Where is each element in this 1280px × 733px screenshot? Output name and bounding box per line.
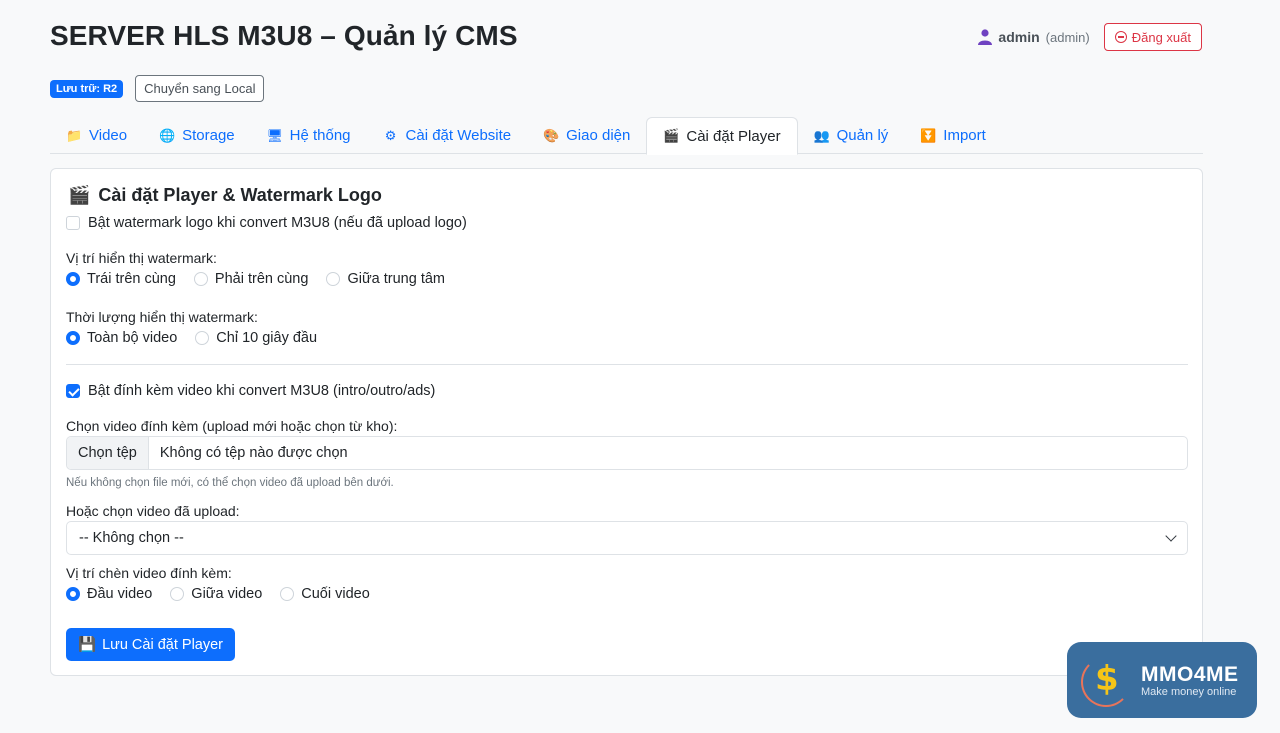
radio-top-left[interactable] (66, 272, 80, 286)
clapper-icon: 🎬 (68, 185, 91, 205)
option-label: Trái trên cùng (87, 271, 176, 287)
dollar-logo-icon: $ (1073, 645, 1143, 715)
position-top-left[interactable]: Trái trên cùng (66, 271, 176, 287)
logout-label: Đăng xuất (1131, 29, 1191, 45)
duration-options: Toàn bộ video Chỉ 10 giây đầu (66, 330, 335, 346)
folder-icon: 📁 (66, 127, 83, 143)
tab-label: Cài đặt Player (686, 127, 781, 145)
insert-middle[interactable]: Giữa video (170, 586, 262, 602)
player-settings-card: 🎬 Cài đặt Player & Watermark Logo Bật wa… (50, 168, 1203, 676)
position-label: Vị trí hiển thị watermark: (66, 250, 217, 266)
card-title-text: Cài đặt Player & Watermark Logo (98, 185, 382, 205)
page-title: SERVER HLS M3U8 – Quản lý CMS (50, 20, 518, 51)
tab-bar: 📁 Video 🌐 Storage 🖥 Hệ thống ⚙ Cài đặt Websi… (50, 117, 1203, 155)
storage-row: Lưu trữ: R2 Chuyển sang Local (50, 75, 265, 102)
globe-icon: 🌐 (159, 127, 176, 143)
logo-sub-text: Make money online (1141, 685, 1237, 698)
duration-full[interactable]: Toàn bộ video (66, 330, 177, 346)
option-label: Chỉ 10 giây đầu (216, 330, 318, 346)
file-help-text: Nếu không chọn file mới, có thể chọn vid… (66, 477, 394, 489)
radio-full-video[interactable] (66, 331, 80, 345)
tab-import[interactable]: ⏬ Import (904, 117, 1002, 154)
radio-first-10s[interactable] (195, 331, 210, 345)
monitor-icon: 🖥 (266, 127, 284, 143)
tab-label: Hệ thống (289, 127, 351, 144)
tab-label: Storage (182, 127, 235, 144)
watermark-enable-label: Bật watermark logo khi convert M3U8 (nếu… (88, 215, 467, 231)
user-info: admin (admin) (978, 29, 1090, 45)
radio-middle[interactable] (170, 587, 185, 601)
watermark-enable-checkbox[interactable] (66, 216, 80, 230)
attach-enable-checkbox[interactable] (66, 384, 80, 398)
tab-management[interactable]: 👥 Quản lý (798, 117, 905, 154)
radio-top-right[interactable] (193, 272, 208, 286)
file-input[interactable]: Chọn tệp Không có tệp nào được chọn (66, 436, 1188, 470)
position-options: Trái trên cùng Phải trên cùng Giữa trung… (66, 271, 463, 287)
clapper-icon: 🎬 (663, 128, 680, 143)
choose-video-label: Chọn video đính kèm (upload mới hoặc chọ… (66, 418, 398, 434)
tab-label: Cài đặt Website (405, 127, 512, 144)
user-name: admin (998, 29, 1040, 45)
option-label: Giữa trung tâm (347, 271, 445, 287)
option-label: Toàn bộ video (87, 330, 178, 346)
tab-system[interactable]: 🖥 Hệ thống (251, 117, 367, 154)
insert-options: Đầu video Giữa video Cuối video (66, 586, 388, 602)
user-icon (978, 29, 993, 45)
radio-center[interactable] (326, 272, 341, 286)
attach-enable-row[interactable]: Bật đính kèm video khi convert M3U8 (int… (66, 383, 435, 399)
radio-end[interactable] (280, 587, 295, 601)
divider (66, 364, 1188, 365)
uploaded-video-label: Hoặc chọn video đã upload: (66, 503, 240, 519)
save-player-settings-button[interactable]: 💾 Lưu Cài đặt Player (66, 628, 235, 661)
attach-enable-label: Bật đính kèm video khi convert M3U8 (int… (88, 383, 436, 399)
insert-start[interactable]: Đầu video (66, 586, 152, 602)
user-role: (admin) (1045, 29, 1090, 45)
tab-website-settings[interactable]: ⚙ Cài đặt Website (367, 117, 528, 154)
logout-button[interactable]: Đăng xuất (1103, 23, 1202, 51)
users-icon: 👥 (813, 127, 830, 143)
choose-file-button[interactable]: Chọn tệp (67, 437, 149, 469)
palette-icon: 🎨 (543, 127, 560, 143)
tab-appearance[interactable]: 🎨 Giao diện (527, 117, 646, 154)
tab-player-settings[interactable]: 🎬 Cài đặt Player (646, 117, 798, 155)
tab-label: Video (89, 127, 128, 144)
logo-main-text: MMO4ME (1141, 662, 1239, 686)
storage-badge: Lưu trữ: R2 (50, 79, 124, 98)
position-top-right[interactable]: Phải trên cùng (193, 271, 309, 287)
option-label: Cuối video (301, 586, 370, 602)
duration-10s[interactable]: Chỉ 10 giây đầu (195, 330, 317, 346)
card-title: 🎬 Cài đặt Player & Watermark Logo (68, 185, 382, 206)
logout-icon (1114, 31, 1127, 43)
position-center[interactable]: Giữa trung tâm (326, 271, 445, 287)
tab-video[interactable]: 📁 Video (50, 117, 143, 154)
tab-storage[interactable]: 🌐 Storage (143, 117, 251, 154)
watermark-enable-row[interactable]: Bật watermark logo khi convert M3U8 (nếu… (66, 215, 467, 231)
save-label: Lưu Cài đặt Player (102, 636, 223, 653)
insert-position-label: Vị trí chèn video đính kèm: (66, 565, 232, 581)
user-area: admin (admin) Đăng xuất (978, 23, 1202, 51)
download-icon: ⏬ (920, 127, 937, 143)
option-label: Phải trên cùng (214, 271, 309, 287)
select-value: -- Không chọn -- (79, 530, 184, 546)
tab-label: Quản lý (836, 127, 889, 144)
mmo4me-watermark-logo: $ MMO4ME Make money online (1067, 642, 1257, 718)
chevron-down-icon (1165, 530, 1177, 542)
radio-start[interactable] (66, 587, 80, 601)
option-label: Đầu video (87, 586, 153, 602)
save-icon: 💾 (78, 637, 97, 653)
insert-end[interactable]: Cuối video (280, 586, 370, 602)
gear-icon: ⚙ (384, 127, 397, 143)
tab-label: Import (943, 127, 986, 144)
duration-label: Thời lượng hiển thị watermark: (66, 309, 258, 325)
file-status: Không có tệp nào được chọn (159, 445, 348, 461)
switch-storage-button[interactable]: Chuyển sang Local (135, 75, 265, 102)
uploaded-video-select[interactable]: -- Không chọn -- (66, 521, 1188, 555)
tab-label: Giao diện (566, 127, 631, 144)
option-label: Giữa video (191, 586, 263, 602)
